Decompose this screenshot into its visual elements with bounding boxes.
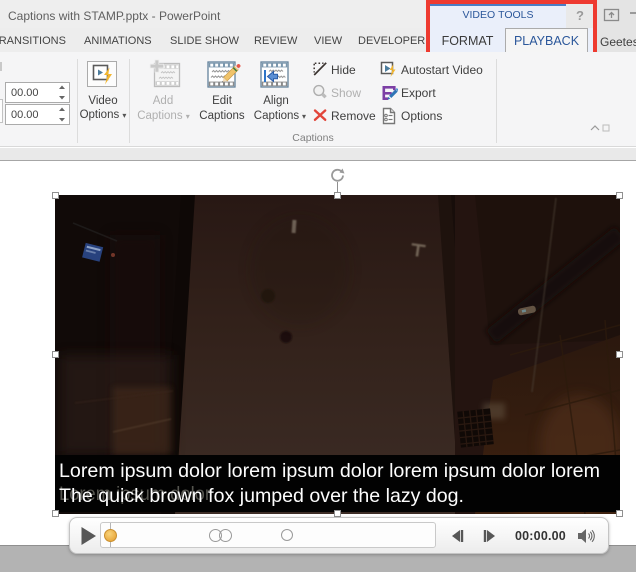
svg-text:Lorem ipsum dolor lorem ipsum: Lorem ipsum dolor lorem ipsum dolor lore… (59, 460, 600, 482)
svg-text:The quick brown fox jumped ove: The quick brown fox jumped over the lazy… (59, 485, 464, 507)
